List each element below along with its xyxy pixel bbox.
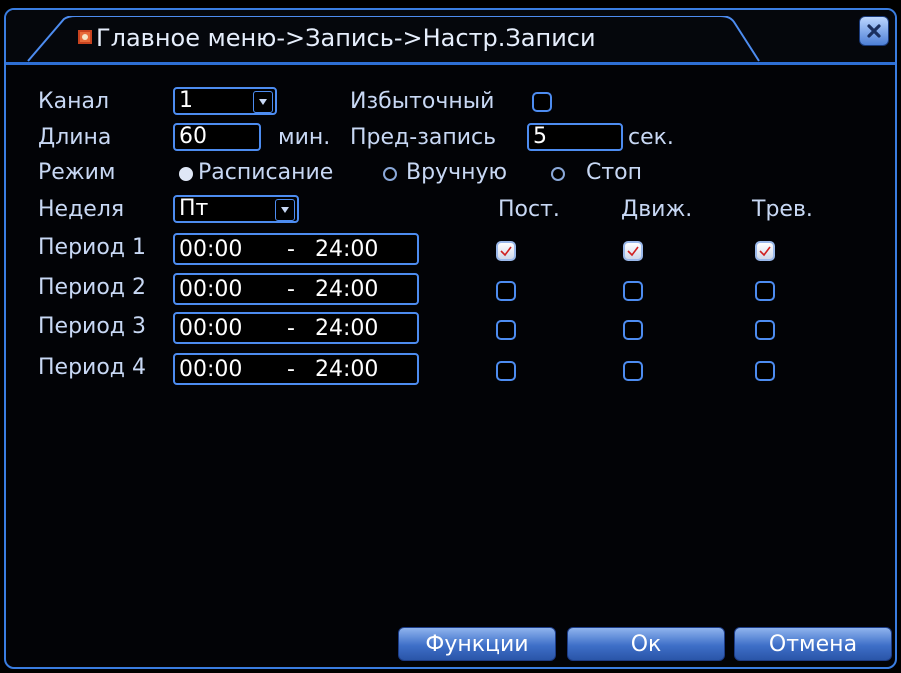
column-motion-header: Движ. — [621, 197, 693, 222]
length-value: 60 — [179, 124, 207, 149]
column-alarm-header: Трев. — [752, 197, 813, 222]
week-value: Пт — [179, 196, 209, 221]
mode-manual-label: Вручную — [406, 160, 507, 185]
channel-select[interactable]: 1 — [173, 87, 277, 115]
title-bar: Главное меню->Запись->Настр.Записи — [6, 10, 895, 62]
period-label: Период 3 — [38, 314, 147, 339]
period-alarm-checkbox[interactable] — [755, 361, 775, 381]
mode-schedule-label: Расписание — [198, 160, 334, 185]
period-end-time[interactable]: 24:00 — [315, 238, 378, 262]
mode-manual-radio[interactable] — [383, 167, 397, 181]
period-regular-checkbox[interactable] — [496, 281, 516, 301]
redundant-checkbox[interactable] — [532, 92, 552, 112]
period-range-separator: - — [287, 237, 295, 262]
period-alarm-checkbox[interactable] — [755, 241, 775, 261]
period-start-time[interactable]: 00:00 — [179, 238, 242, 262]
check-mark-icon — [759, 246, 771, 257]
period-time-range: 00:00 -24:00 — [173, 273, 419, 305]
period-regular-checkbox[interactable] — [496, 241, 516, 261]
period-alarm-checkbox[interactable] — [755, 281, 775, 301]
channel-label: Канал — [38, 89, 110, 114]
period-end-time[interactable]: 24:00 — [315, 358, 378, 382]
week-label: Неделя — [38, 197, 125, 222]
record-settings-window: Главное меню->Запись->Настр.Записи Канал… — [4, 8, 897, 669]
title-separator — [6, 62, 895, 65]
mode-stop-radio[interactable] — [551, 167, 565, 181]
period-start-time[interactable]: 00:00 — [179, 278, 242, 302]
window-title: Главное меню->Запись->Настр.Записи — [96, 24, 596, 52]
chevron-down-icon — [253, 91, 273, 113]
period-time-range: 00:00 -24:00 — [173, 312, 419, 344]
period-motion-checkbox[interactable] — [623, 241, 643, 261]
period-range-separator: - — [287, 357, 295, 382]
mode-label: Режим — [38, 160, 116, 185]
prerecord-input[interactable]: 5 — [527, 123, 623, 151]
mode-schedule-radio[interactable] — [179, 167, 193, 181]
functions-button[interactable]: Функции — [398, 627, 556, 661]
period-range-separator: - — [287, 277, 295, 302]
period-motion-checkbox[interactable] — [623, 320, 643, 340]
period-end-time[interactable]: 24:00 — [315, 278, 378, 302]
period-start-time[interactable]: 00:00 — [179, 317, 242, 341]
period-time-range: 00:00 -24:00 — [173, 353, 419, 385]
prerecord-label: Пред-запись — [350, 125, 497, 150]
period-label: Период 2 — [38, 275, 147, 300]
cancel-button[interactable]: Отмена — [734, 627, 892, 661]
close-button[interactable] — [859, 16, 889, 46]
column-regular-header: Пост. — [498, 197, 560, 222]
period-label: Период 4 — [38, 355, 147, 380]
period-label: Период 1 — [38, 235, 147, 260]
check-mark-icon — [627, 246, 639, 257]
check-mark-icon — [500, 246, 512, 257]
period-time-range: 00:00 -24:00 — [173, 233, 419, 265]
prerecord-unit: сек. — [628, 125, 674, 150]
mode-stop-label: Стоп — [586, 160, 643, 185]
period-regular-checkbox[interactable] — [496, 361, 516, 381]
week-select[interactable]: Пт — [173, 195, 299, 223]
channel-value: 1 — [179, 88, 193, 113]
record-settings-icon — [78, 30, 92, 44]
length-input[interactable]: 60 — [173, 123, 261, 151]
period-end-time[interactable]: 24:00 — [315, 317, 378, 341]
prerecord-value: 5 — [533, 124, 547, 149]
length-label: Длина — [38, 125, 112, 150]
period-motion-checkbox[interactable] — [623, 281, 643, 301]
period-motion-checkbox[interactable] — [623, 361, 643, 381]
length-unit: мин. — [278, 125, 331, 150]
chevron-down-icon — [275, 199, 295, 221]
close-x-icon — [867, 24, 881, 38]
period-range-separator: - — [287, 316, 295, 341]
period-alarm-checkbox[interactable] — [755, 320, 775, 340]
ok-button[interactable]: Ок — [567, 627, 725, 661]
period-regular-checkbox[interactable] — [496, 320, 516, 340]
period-start-time[interactable]: 00:00 — [179, 358, 242, 382]
redundant-label: Избыточный — [350, 89, 495, 114]
